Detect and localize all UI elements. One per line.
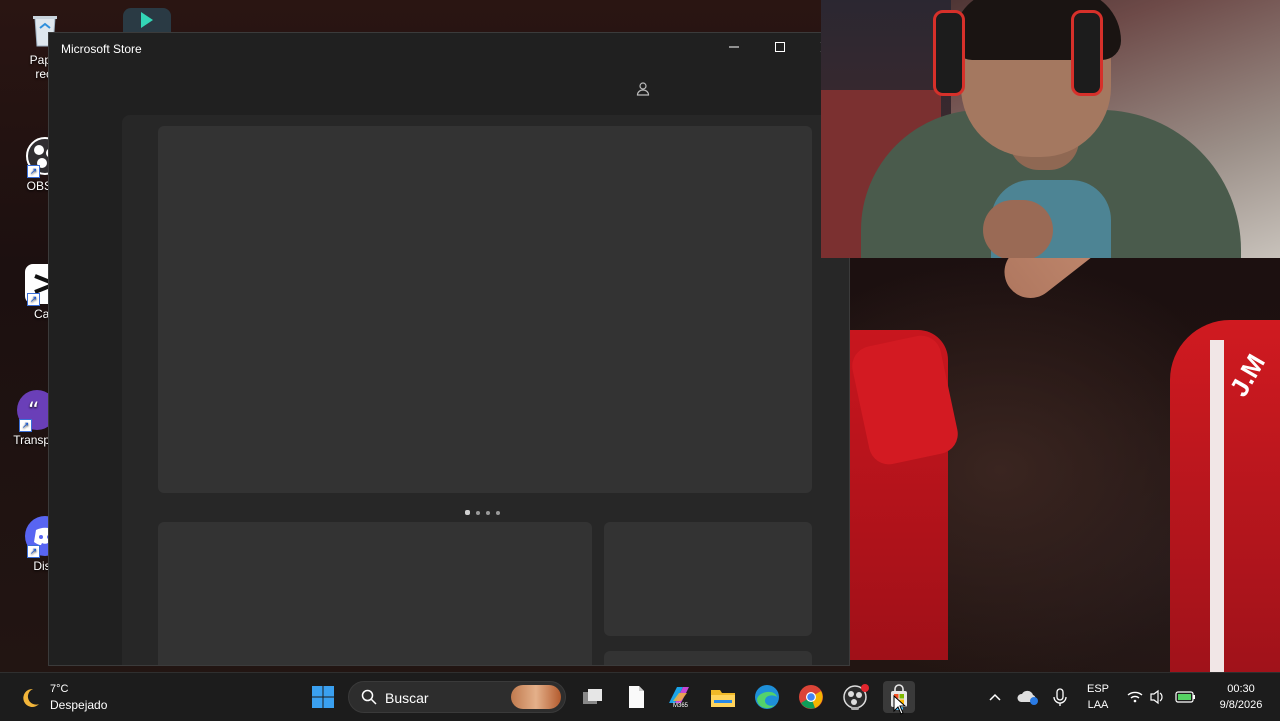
maximize-icon [775,42,785,52]
featured-card-placeholder[interactable] [158,522,592,665]
document-icon [629,686,644,708]
taskbar-search-box[interactable]: Buscar [348,681,566,713]
small-card-placeholder[interactable] [604,651,812,665]
weather-widget[interactable]: 7°C Despejado [18,681,138,713]
taskbar: 7°C Despejado Buscar M365 ESP LAA 00:30 … [0,672,1280,721]
search-icon [361,689,377,705]
start-button[interactable] [307,681,339,713]
m365-label: M365 [673,703,689,709]
moon-icon [23,688,39,707]
carousel-dot[interactable] [496,511,500,515]
taskbar-app-notepad[interactable] [620,681,652,713]
hero-carousel-placeholder[interactable] [158,126,812,493]
microphone-tray-button[interactable] [1045,681,1075,713]
webcam-overlay [821,0,1280,258]
running-indicator [851,707,859,710]
wallpaper-player2-stripe [1210,340,1224,672]
carousel-pager [462,502,503,515]
maximize-button[interactable] [757,33,803,65]
chevron-up-icon [989,693,1001,701]
weather-temperature: 7°C [50,683,69,695]
taskbar-app-m365[interactable]: M365 [663,681,695,713]
webcam-person-hand [983,200,1053,258]
clock-time[interactable]: 00:30 [1206,683,1276,695]
account-button[interactable] [635,81,651,97]
windows-logo-icon [312,686,334,708]
desktop-icon-filmora[interactable] [123,8,171,32]
carousel-dot[interactable] [476,511,480,515]
shortcut-arrow-icon: ↗ [27,165,40,178]
taskbar-app-chrome[interactable] [795,681,827,713]
clock-date[interactable]: 9/8/2026 [1206,699,1276,711]
cloud-icon [1017,690,1038,705]
store-app-bar [49,65,849,115]
headphone-right-icon [1071,10,1103,96]
shortcut-arrow-icon: ↗ [19,419,32,432]
microsoft-store-window[interactable]: Microsoft Store [48,32,850,666]
input-layout[interactable]: LAA [1080,699,1116,711]
window-titlebar[interactable]: Microsoft Store [49,33,849,65]
carousel-dot[interactable] [465,510,470,515]
search-highlight-icon [511,685,561,709]
shortcut-arrow-icon: ↗ [27,293,40,306]
headphone-left-icon [933,10,965,96]
quick-settings-button[interactable] [1122,681,1198,713]
onedrive-tray-button[interactable] [1013,681,1043,713]
minimize-button[interactable] [711,33,757,65]
minimize-icon [729,46,739,48]
taskbar-app-edge[interactable] [751,681,783,713]
chrome-icon [799,685,823,709]
network-volume-battery-icons [1127,689,1195,705]
filmora-icon [141,12,153,28]
input-language[interactable]: ESP [1080,683,1116,695]
person-icon [636,82,650,96]
navigation-rail [49,115,122,665]
small-card-placeholder[interactable] [604,522,812,636]
shortcut-arrow-icon: ↗ [27,545,40,558]
carousel-dot[interactable] [486,511,490,515]
taskbar-app-file-explorer[interactable] [707,681,739,713]
weather-condition: Despejado [50,698,108,712]
taskbar-app-obs[interactable] [839,681,871,713]
window-title: Microsoft Store [61,42,142,56]
folder-icon [711,690,735,707]
task-view-button[interactable] [577,681,609,713]
mouse-cursor-icon [893,695,907,715]
show-hidden-icons-button[interactable] [980,681,1010,713]
search-placeholder: Buscar [385,690,429,706]
edge-icon [755,685,779,709]
task-view-icon [583,689,602,704]
microphone-icon [1053,688,1067,706]
